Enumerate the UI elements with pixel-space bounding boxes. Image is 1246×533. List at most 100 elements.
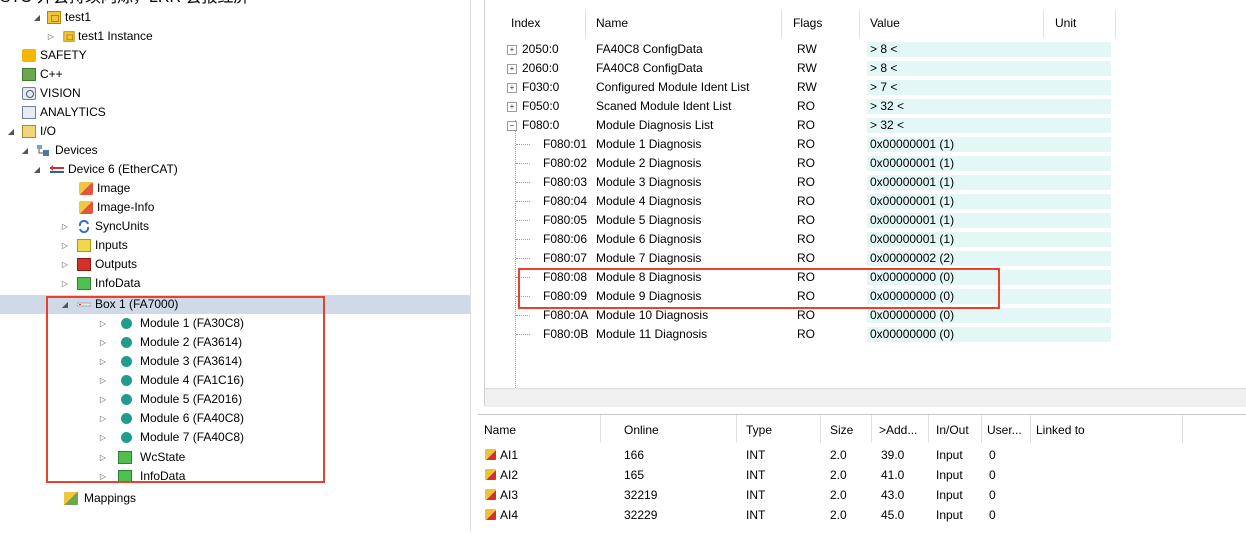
- grid-row[interactable]: + F050:0 Scaned Module Ident List RO > 3…: [485, 97, 1246, 116]
- expand-plus-icon[interactable]: +: [507, 83, 517, 93]
- grid-row[interactable]: F080:07 Module 7 Diagnosis RO 0x00000002…: [485, 249, 1246, 268]
- grid-row[interactable]: F080:03 Module 3 Diagnosis RO 0x00000001…: [485, 173, 1246, 192]
- column-header-name[interactable]: Name: [484, 423, 516, 437]
- tree-item-analytics[interactable]: ANALYTICS: [0, 103, 470, 122]
- collapse-minus-icon[interactable]: −: [507, 121, 517, 131]
- column-header-flags[interactable]: Flags: [793, 16, 822, 30]
- expand-plus-icon[interactable]: +: [507, 45, 517, 55]
- analytics-icon: [22, 106, 36, 119]
- tree-label: SyncUnits: [95, 219, 150, 233]
- cell-size: 2.0: [830, 508, 847, 522]
- tree-label: ANALYTICS: [40, 105, 106, 119]
- horizontal-scrollbar[interactable]: [485, 388, 1246, 407]
- tree-item-test1[interactable]: ◢ test1: [0, 8, 470, 27]
- tree-label: Device 6 (EtherCAT): [68, 162, 178, 176]
- tree-item-infodata[interactable]: ▷ InfoData: [0, 274, 470, 293]
- expand-plus-icon[interactable]: +: [507, 102, 517, 112]
- column-header-unit[interactable]: Unit: [1055, 16, 1076, 30]
- cell-type: INT: [746, 508, 766, 522]
- cell-value: 0x00000001 (1): [870, 213, 955, 227]
- table-row[interactable]: AI4 32229 INT 2.0 45.0 Input 0: [478, 505, 1246, 525]
- input-variable-icon: [485, 489, 496, 500]
- tree-item-syncunits[interactable]: ▷ SyncUnits: [0, 217, 470, 236]
- tree-item-safety[interactable]: SAFETY: [0, 46, 470, 65]
- expand-arrow-icon[interactable]: ▷: [60, 217, 70, 236]
- tree-item-devices[interactable]: ◢ Devices: [0, 141, 470, 160]
- grid-row[interactable]: F080:01 Module 1 Diagnosis RO 0x00000001…: [485, 135, 1246, 154]
- cell-value: 0x00000001 (1): [870, 232, 955, 246]
- grid-row[interactable]: F080:0B Module 11 Diagnosis RO 0x0000000…: [485, 325, 1246, 344]
- column-header-address[interactable]: >Add...: [879, 423, 917, 437]
- devices-icon: [36, 144, 50, 157]
- column-header-online[interactable]: Online: [624, 423, 659, 437]
- input-variable-icon: [485, 509, 496, 520]
- expand-arrow-icon[interactable]: ▷: [60, 255, 70, 274]
- tree-item-cpp[interactable]: C++: [0, 65, 470, 84]
- grid-row[interactable]: F080:05 Module 5 Diagnosis RO 0x00000001…: [485, 211, 1246, 230]
- column-header-type[interactable]: Type: [746, 423, 772, 437]
- tree-label: Image: [97, 181, 131, 195]
- column-header-linked-to[interactable]: Linked to: [1036, 423, 1085, 437]
- cell-user: 0: [989, 468, 996, 482]
- cell-name: Module 1 Diagnosis: [596, 137, 702, 151]
- table-row[interactable]: AI3 32219 INT 2.0 43.0 Input 0: [478, 485, 1246, 505]
- tree-item-device6[interactable]: ◢ Device 6 (EtherCAT): [0, 160, 470, 179]
- cell-type: INT: [746, 448, 766, 462]
- tree-item-inputs[interactable]: ▷ Inputs: [0, 236, 470, 255]
- table-row[interactable]: AI2 165 INT 2.0 41.0 Input 0: [478, 465, 1246, 485]
- cell-flags: RO: [797, 251, 815, 265]
- ethercat-device-icon: [50, 163, 64, 176]
- tree-label: Image-Info: [97, 200, 155, 214]
- grid-row[interactable]: − F080:0 Module Diagnosis List RO > 32 <: [485, 116, 1246, 135]
- highlight-box-module7-diagnosis: [518, 268, 1000, 309]
- cell-type: INT: [746, 468, 766, 482]
- grid-row[interactable]: F080:04 Module 4 Diagnosis RO 0x00000001…: [485, 192, 1246, 211]
- cell-name: FA40C8 ConfigData: [596, 42, 703, 56]
- cell-inout: Input: [936, 448, 963, 462]
- cell-name: AI3: [500, 488, 519, 502]
- collapse-arrow-icon[interactable]: ◢: [6, 122, 16, 141]
- grid-row[interactable]: F080:06 Module 6 Diagnosis RO 0x00000001…: [485, 230, 1246, 249]
- cell-name: Module 11 Diagnosis: [596, 327, 708, 341]
- expand-arrow-icon[interactable]: ▷: [60, 236, 70, 255]
- expand-arrow-icon[interactable]: ▷: [60, 274, 70, 293]
- expand-arrow-icon[interactable]: ▷: [46, 27, 56, 46]
- cell-user: 0: [989, 488, 996, 502]
- column-header-index[interactable]: Index: [511, 16, 540, 30]
- variables-grid[interactable]: Name Online Type Size >Add... In/Out Use…: [478, 414, 1246, 533]
- cell-flags: RO: [797, 232, 815, 246]
- column-header-size[interactable]: Size: [830, 423, 853, 437]
- tree-label: I/O: [40, 124, 57, 138]
- cell-index: 2060:0: [522, 61, 559, 75]
- tree-item-image-info[interactable]: Image-Info: [0, 198, 470, 217]
- cell-value: 0x00000001 (1): [870, 175, 955, 189]
- tree-item-image[interactable]: Image: [0, 179, 470, 198]
- tree-label: Mappings: [84, 491, 137, 505]
- tree-item-vision[interactable]: VISION: [0, 84, 470, 103]
- cell-value: > 32 <: [870, 118, 905, 132]
- collapse-arrow-icon[interactable]: ◢: [32, 160, 42, 179]
- cell-user: 0: [989, 508, 996, 522]
- expand-plus-icon[interactable]: +: [507, 64, 517, 74]
- mappings-icon: [64, 492, 78, 505]
- tree-item-test1-instance[interactable]: ▷ test1 Instance: [0, 27, 470, 46]
- cell-size: 2.0: [830, 448, 847, 462]
- collapse-arrow-icon[interactable]: ◢: [32, 8, 42, 27]
- table-row[interactable]: AI1 166 INT 2.0 39.0 Input 0: [478, 445, 1246, 465]
- cell-address: 39.0: [881, 448, 905, 462]
- grid-row[interactable]: + 2060:0 FA40C8 ConfigData RW > 8 <: [485, 59, 1246, 78]
- cell-online: 166: [624, 448, 645, 462]
- tree-item-mappings[interactable]: Mappings: [0, 489, 470, 508]
- cell-index: F080:06: [543, 232, 588, 246]
- column-header-value[interactable]: Value: [870, 16, 900, 30]
- column-header-inout[interactable]: In/Out: [936, 423, 969, 437]
- tree-item-io[interactable]: ◢ I/O: [0, 122, 470, 141]
- coe-online-grid[interactable]: Index Name Flags Value Unit + 2050:0 FA4…: [484, 0, 1246, 407]
- collapse-arrow-icon[interactable]: ◢: [20, 141, 30, 160]
- grid-row[interactable]: + 2050:0 FA40C8 ConfigData RW > 8 <: [485, 40, 1246, 59]
- tree-item-outputs[interactable]: ▷ Outputs: [0, 255, 470, 274]
- grid-row[interactable]: F080:02 Module 2 Diagnosis RO 0x00000001…: [485, 154, 1246, 173]
- column-header-name[interactable]: Name: [596, 16, 628, 30]
- grid-row[interactable]: + F030:0 Configured Module Ident List RW…: [485, 78, 1246, 97]
- column-header-user[interactable]: User...: [987, 423, 1022, 437]
